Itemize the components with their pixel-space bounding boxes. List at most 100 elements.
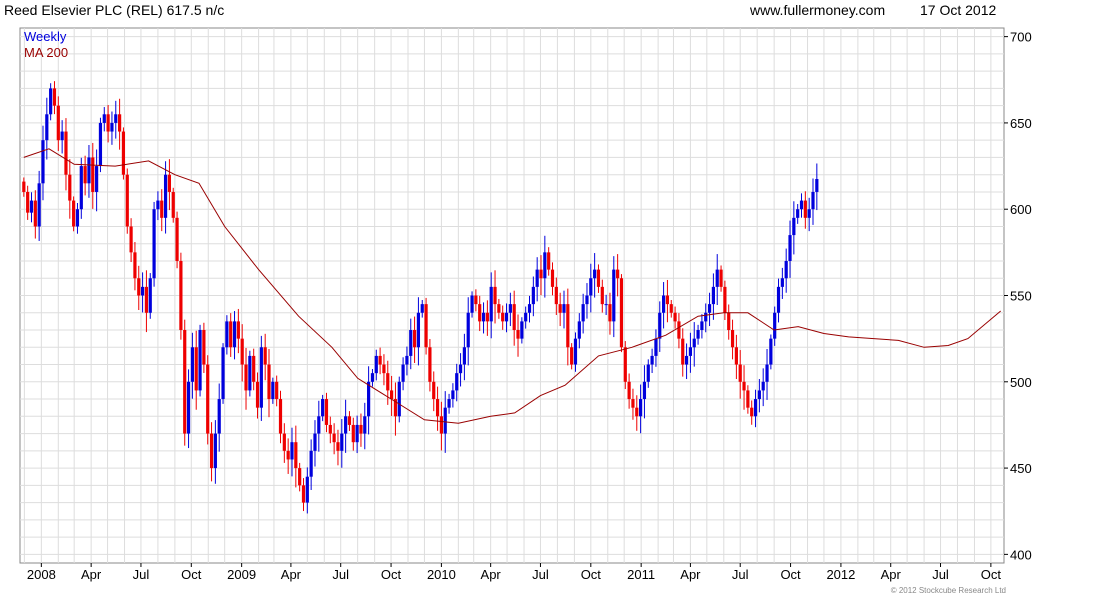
candle-body [788,235,792,261]
candle-body [347,416,352,425]
candle-body [792,217,796,236]
candle-body [646,364,650,382]
candle-body [665,295,670,305]
candle-body [558,304,562,313]
candle-body [631,399,635,408]
candle-body [409,330,413,356]
candle-body [321,399,325,417]
candle-body [278,399,283,434]
candle-body [267,364,271,400]
x-tick-label: Apr [881,567,902,582]
y-axis: 400 450 500 550 600 650 700 [1004,30,1032,562]
candle-body [562,304,566,313]
candle-body [79,166,83,210]
candle-body [757,390,761,400]
candle-body [688,347,693,356]
candle-body [125,174,129,227]
candle-body [305,476,309,503]
candle-body [424,304,428,348]
candle-body [232,321,237,348]
candle-body [478,304,482,322]
candle-body [370,373,375,382]
candle-body [593,269,597,279]
x-tick-label: 2008 [27,567,56,582]
candle-body [547,252,551,270]
candle-body [535,269,539,287]
candle-body [171,191,175,218]
candle-body [684,355,689,365]
candle-body [114,114,118,123]
candle-body [95,166,99,192]
x-tick-label: Jul [332,567,349,582]
candle-body [137,278,141,296]
candle-body [202,330,206,365]
candle-body [780,278,784,287]
candle-body [520,321,524,339]
candle-body [589,278,593,296]
candle-body [22,181,26,192]
candle-body [87,157,91,184]
candle-body [83,166,87,184]
candle-body [52,88,57,106]
candle-body [37,183,41,227]
x-tick-label: Jul [133,567,150,582]
candle-body [317,416,321,434]
candle-body [481,312,486,322]
y-tick-label: 700 [1010,30,1032,45]
price-chart: 400 450 500 550 600 650 700 2008 Apr Jul Oct 2009 A… [19,27,1032,582]
candle-body [803,200,807,218]
candle-body [198,330,202,391]
candle-body [439,416,444,434]
candle-body [405,355,409,365]
candle-body [734,347,738,365]
candle-body [527,304,532,313]
candle-body [501,312,505,322]
x-axis: 2008 Apr Jul Oct 2009 Apr Jul Oct 2010 Apr Jul Oct 2… [27,563,1001,582]
candle-body [313,433,317,451]
candle-body [753,399,758,417]
candle-body [374,355,378,374]
y-tick-label: 550 [1010,289,1032,304]
candle-body [351,424,355,443]
candle-body [577,321,581,339]
candle-body [179,260,183,331]
candle-body [654,338,658,356]
candle-body [248,355,252,391]
candle-body [378,355,382,365]
candle-body [627,381,631,400]
candle-body [585,295,589,305]
x-tick-label: 2009 [227,567,256,582]
candle-body [807,209,811,218]
candle-body [225,321,229,348]
candle-body [60,131,64,141]
candle-body [244,364,248,391]
candle-body [33,200,37,227]
candle-body [746,390,750,408]
candle-body [144,286,149,313]
candle-body [106,114,110,132]
candle-body [102,114,106,123]
candle-body [539,269,543,279]
candle-body [160,200,164,218]
candle-body [692,338,696,348]
candle-body [344,416,348,434]
y-tick-label: 600 [1010,202,1032,217]
candle-body [416,312,421,348]
candle-body [129,226,133,253]
candle-body [140,286,145,296]
candle-body [765,364,769,382]
candle-body [332,433,336,443]
candle-body [401,364,405,382]
candle-body [462,347,466,365]
candle-body [669,304,673,313]
candle-body [451,390,455,400]
candle-body [301,485,306,503]
candle-body [811,191,815,210]
y-tick-label: 450 [1010,461,1032,476]
candle-body [255,381,260,408]
candle-body [715,269,719,287]
candle-body [221,347,225,400]
y-tick-label: 400 [1010,547,1032,562]
candle-body [497,304,501,313]
candle-body [420,304,424,313]
